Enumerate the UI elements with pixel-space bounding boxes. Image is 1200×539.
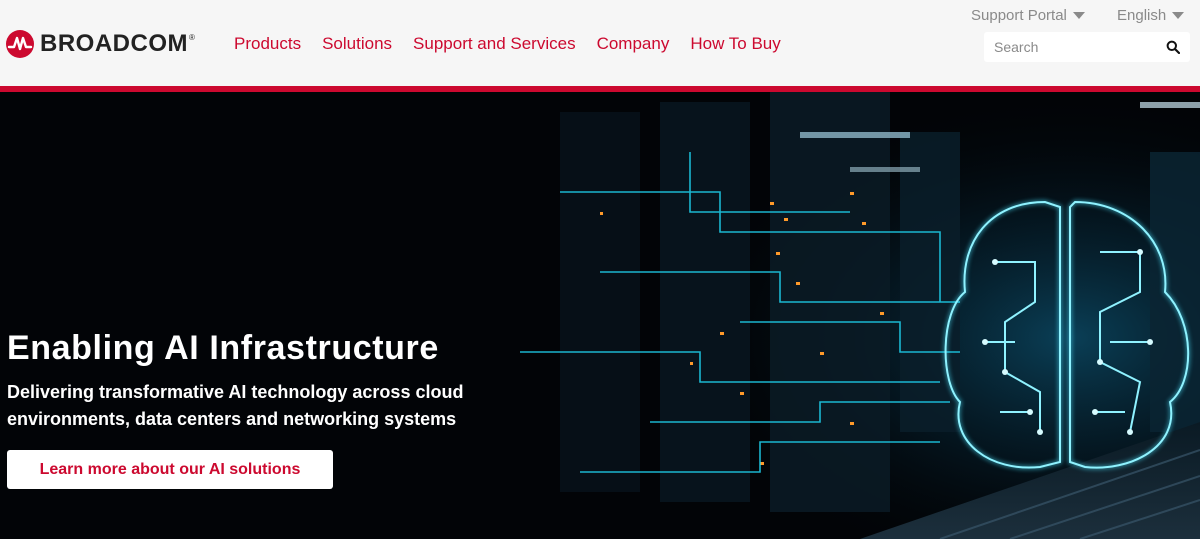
support-portal-dropdown[interactable]: Support Portal	[971, 7, 1085, 24]
nav-company[interactable]: Company	[597, 33, 670, 55]
hero-subtitle-line-2: environments, data centers and networkin…	[7, 409, 457, 429]
search-input[interactable]	[984, 33, 1154, 61]
hero-subtitle-line-1: Delivering transformative AI technology …	[7, 382, 464, 402]
main-nav: Products Solutions Support and Services …	[234, 33, 781, 55]
learn-more-ai-button[interactable]: Learn more about our AI solutions	[7, 450, 333, 489]
nav-support-and-services[interactable]: Support and Services	[413, 33, 576, 55]
hero-banner: Enabling AI Infrastructure Delivering tr…	[0, 92, 1200, 539]
hero-subtitle: Delivering transformative AI technology …	[7, 379, 527, 433]
broadcom-logo-icon	[6, 30, 34, 58]
nav-how-to-buy[interactable]: How To Buy	[690, 33, 780, 55]
site-header: BROADCOM ® Products Solutions Support an…	[0, 0, 1200, 86]
chevron-down-icon	[1072, 12, 1085, 19]
logo-wordmark: BROADCOM	[40, 30, 188, 57]
chevron-down-icon	[1172, 12, 1185, 19]
hero-title: Enabling AI Infrastructure	[7, 329, 439, 367]
language-label: English	[1117, 7, 1167, 24]
nav-products[interactable]: Products	[234, 33, 301, 55]
search-icon[interactable]	[1166, 40, 1180, 54]
broadcom-logo[interactable]: BROADCOM ®	[6, 30, 195, 58]
trademark-symbol: ®	[189, 33, 195, 42]
nav-solutions[interactable]: Solutions	[322, 33, 392, 55]
support-portal-label: Support Portal	[971, 7, 1067, 24]
language-dropdown[interactable]: English	[1117, 7, 1185, 24]
search-box	[984, 32, 1190, 62]
